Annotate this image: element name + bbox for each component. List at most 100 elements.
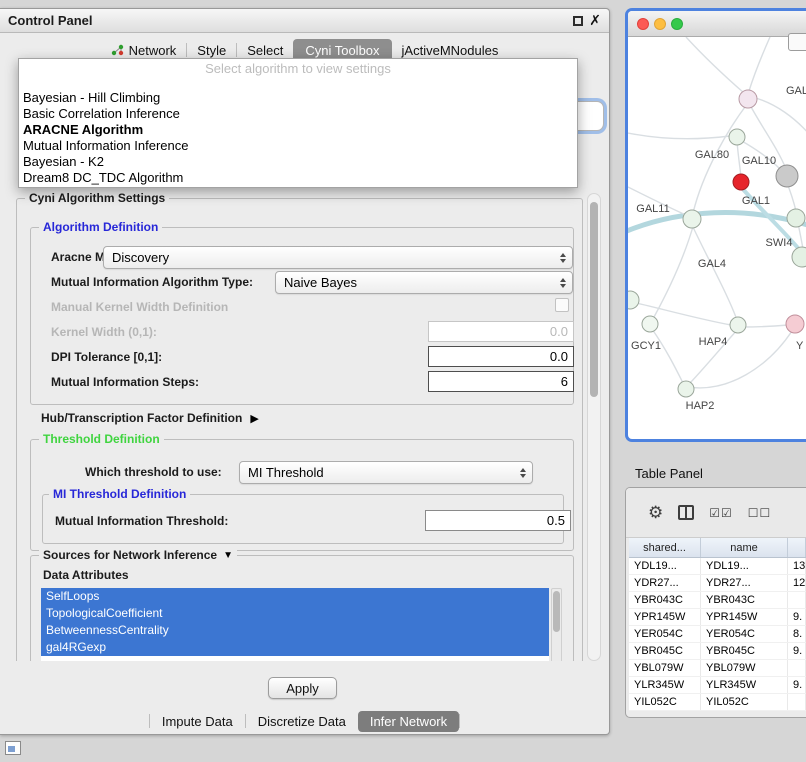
network-node[interactable]: [792, 247, 806, 267]
mi-steps-input[interactable]: [428, 371, 574, 392]
table-row[interactable]: YER054C YER054C 8.: [629, 626, 806, 643]
mi-threshold-group: MI Threshold Definition Mutual Informati…: [42, 494, 564, 544]
network-node[interactable]: [786, 315, 804, 333]
settings-scrollbar[interactable]: [587, 193, 601, 661]
mi-algorithm-type-combobox[interactable]: Naive Bayes: [275, 271, 573, 294]
float-window-button[interactable]: [573, 16, 583, 26]
attribute-item-selected[interactable]: BetweennessCentrality: [41, 622, 549, 639]
gear-icon[interactable]: ⚙: [648, 504, 663, 521]
group-title: Threshold Definition: [43, 432, 160, 446]
cell-value: 9.: [788, 609, 806, 625]
algorithm-dropdown-menu: Select algorithm to view settings Bayesi…: [18, 58, 578, 188]
tab-infer-network[interactable]: Infer Network: [358, 711, 459, 732]
panel-dock-icon[interactable]: [5, 741, 21, 755]
control-panel-window: Control Panel ✗ Network Style: [0, 8, 610, 735]
mi-steps-label: Mutual Information Steps:: [51, 375, 199, 389]
hub-section-toggle[interactable]: Hub/Transcription Factor Definition ▶: [41, 411, 259, 425]
cell-shared-name: YER054C: [629, 626, 701, 642]
table-row[interactable]: YDR27... YDR27... 12: [629, 575, 806, 592]
algorithm-option[interactable]: Bayesian - Hill Climbing: [19, 90, 577, 106]
algorithm-option[interactable]: Bayesian - K2: [19, 154, 577, 170]
network-node[interactable]: [739, 90, 757, 108]
network-tab-icon: [111, 44, 124, 56]
dpi-tolerance-label: DPI Tolerance [0,1]:: [51, 350, 162, 364]
network-node[interactable]: [729, 129, 745, 145]
manual-kernel-label: Manual Kernel Width Definition: [51, 300, 228, 314]
sources-toggle[interactable]: Sources for Network Inference ▼: [39, 548, 237, 562]
tab-label: Select: [247, 43, 283, 58]
node-label: Y: [796, 340, 804, 352]
algorithm-option[interactable]: Basic Correlation Inference: [19, 106, 577, 122]
control-panel-titlebar[interactable]: Control Panel ✗: [0, 9, 609, 33]
dpi-tolerance-input[interactable]: [428, 346, 574, 367]
attribute-item-selected[interactable]: SelfLoops: [41, 588, 549, 605]
group-title: Algorithm Definition: [43, 220, 158, 234]
combobox-arrows-icon: [520, 468, 532, 478]
cell-shared-name: YDL19...: [629, 558, 701, 574]
table-row[interactable]: YLR345W YLR345W 9.: [629, 677, 806, 694]
node-label: GAL: [786, 85, 806, 97]
table-row[interactable]: YBR043C YBR043C: [629, 592, 806, 609]
group-title: MI Threshold Definition: [53, 487, 186, 501]
data-attributes-list[interactable]: SelfLoops TopologicalCoefficient Between…: [41, 588, 549, 661]
attribute-item-selected[interactable]: TopologicalCoefficient: [41, 605, 549, 622]
scrollbar-thumb[interactable]: [590, 202, 598, 397]
tab-impute-data[interactable]: Impute Data: [150, 711, 245, 732]
table-panel-title: Table Panel: [635, 466, 703, 481]
column-chooser-icon[interactable]: [678, 505, 694, 520]
deselect-all-checkboxes-icon[interactable]: ☐☐: [748, 506, 772, 520]
manual-kernel-checkbox: [555, 298, 569, 312]
tab-label: Network: [129, 43, 177, 58]
mi-threshold-input[interactable]: [425, 510, 571, 531]
network-node[interactable]: [628, 291, 639, 309]
table-row[interactable]: YPR145W YPR145W 9.: [629, 609, 806, 626]
threshold-definition-group: Threshold Definition Which threshold to …: [30, 439, 574, 551]
select-all-checkboxes-icon[interactable]: ☑☑: [709, 506, 733, 520]
attributes-list-scrollbar[interactable]: [551, 588, 562, 661]
algorithm-option-selected[interactable]: ARACNE Algorithm: [19, 122, 577, 138]
close-icon[interactable]: ✗: [589, 12, 601, 29]
cyni-settings-scroll-area: Cyni Algorithm Settings Algorithm Defini…: [13, 193, 588, 661]
collapsed-arrow-icon: ▶: [250, 412, 258, 425]
sources-group: Sources for Network Inference ▼ Data Att…: [30, 555, 574, 661]
threshold-type-combobox[interactable]: MI Threshold: [239, 461, 533, 484]
column-header[interactable]: [788, 538, 806, 557]
zoom-traffic-light[interactable]: [671, 18, 683, 30]
cell-shared-name: YBR045C: [629, 643, 701, 659]
tab-discretize-data[interactable]: Discretize Data: [246, 711, 358, 732]
network-window-titlebar[interactable]: [628, 11, 806, 37]
sources-title: Sources for Network Inference: [43, 548, 217, 562]
combobox-arrows-icon: [560, 253, 572, 263]
table-row[interactable]: YBR045C YBR045C 9.: [629, 643, 806, 660]
cell-name: YIL052C: [701, 694, 788, 710]
network-node[interactable]: [678, 381, 694, 397]
kernel-width-label: Kernel Width (0,1):: [51, 325, 157, 339]
minimize-traffic-light[interactable]: [654, 18, 666, 30]
node-attribute-table: shared... name YDL19... YDL19... 13 YDR2…: [629, 538, 806, 711]
cell-shared-name: YDR27...: [629, 575, 701, 591]
table-row[interactable]: YIL052C YIL052C: [629, 694, 806, 711]
apply-button[interactable]: Apply: [268, 677, 337, 699]
network-node[interactable]: [642, 316, 658, 332]
network-node[interactable]: [787, 209, 805, 227]
table-row[interactable]: YBL079W YBL079W: [629, 660, 806, 677]
network-node-highlighted[interactable]: [733, 174, 749, 190]
node-label: GAL80: [695, 149, 729, 161]
algorithm-option[interactable]: Dream8 DC_TDC Algorithm: [19, 170, 577, 186]
cell-name: YPR145W: [701, 609, 788, 625]
table-row[interactable]: YDL19... YDL19... 13: [629, 558, 806, 575]
cell-value: 9.: [788, 643, 806, 659]
network-node[interactable]: [776, 165, 798, 187]
algorithm-option[interactable]: Mutual Information Inference: [19, 138, 577, 154]
aracne-mode-combobox[interactable]: Discovery: [103, 246, 573, 269]
attribute-item-selected[interactable]: gal4RGexp: [41, 639, 549, 656]
column-header[interactable]: shared...: [629, 538, 701, 557]
node-label: SWI4: [766, 237, 793, 249]
network-node[interactable]: [730, 317, 746, 333]
network-node[interactable]: [683, 210, 701, 228]
column-header[interactable]: name: [701, 538, 788, 557]
tab-label: Discretize Data: [258, 714, 346, 729]
network-graph-canvas[interactable]: GAL GAL80 GAL10 GAL11 GAL1 SWI4 GAL4 GCY…: [628, 37, 806, 439]
close-traffic-light[interactable]: [637, 18, 649, 30]
cell-value: 8.: [788, 626, 806, 642]
